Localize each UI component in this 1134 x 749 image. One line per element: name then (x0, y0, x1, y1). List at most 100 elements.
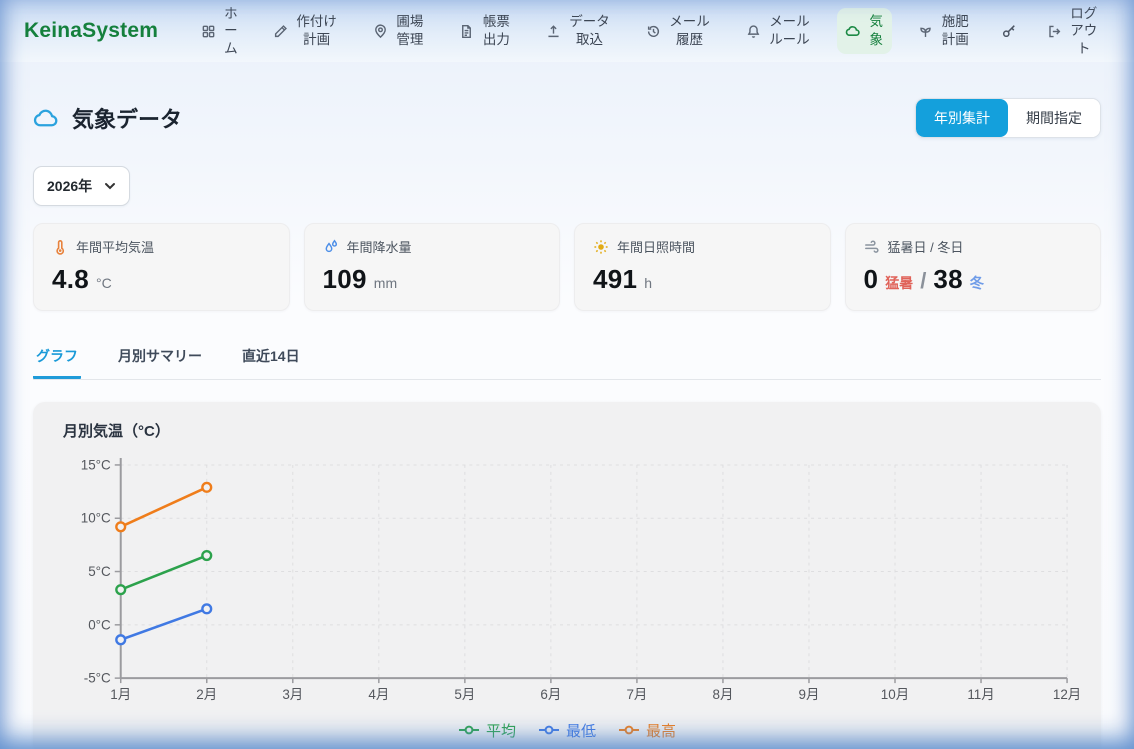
chart-card: 月別気温（°C） -5°C0°C5°C10°C15°C1月2月3月4月5月6月7… (33, 402, 1101, 749)
grid-icon (201, 24, 216, 39)
nav-item-fertilization-plan[interactable]: 施肥計画 (910, 8, 978, 53)
card-extreme-days: 猛暑日 / 冬日 0 猛暑 / 38 冬 (845, 223, 1102, 311)
sun-icon (593, 239, 609, 255)
monthly-temperature-chart: -5°C0°C5°C10°C15°C1月2月3月4月5月6月7月8月9月10月1… (49, 451, 1085, 718)
sprout-icon (918, 24, 933, 39)
legend-item-max[interactable]: 最高 (618, 720, 676, 741)
chart-legend: 平均 最低 最高 (49, 720, 1085, 741)
nav-item-home[interactable]: ホーム (193, 0, 247, 62)
svg-text:10月: 10月 (881, 687, 909, 702)
nav-label: 圃場管理 (395, 13, 425, 48)
tab-monthly-summary[interactable]: 月別サマリー (115, 337, 205, 379)
legend-label: 最低 (566, 720, 596, 741)
period-select-button[interactable]: 期間指定 (1008, 99, 1100, 137)
stat-value: 4.8 (52, 264, 89, 295)
stat-unit: mm (374, 275, 397, 291)
key-icon (1001, 23, 1017, 39)
chart-title: 月別気温（°C） (49, 420, 1085, 441)
svg-text:6月: 6月 (540, 687, 561, 702)
nav-item-data-import[interactable]: データ取込 (538, 8, 620, 53)
nav-label: データ取込 (568, 13, 612, 48)
stat-unit: °C (96, 275, 112, 291)
svg-text:7月: 7月 (626, 687, 647, 702)
chart-area: -5°C0°C5°C10°C15°C1月2月3月4月5月6月7月8月9月10月1… (49, 451, 1085, 718)
map-pin-icon (373, 24, 388, 39)
yearly-summary-button[interactable]: 年別集計 (916, 99, 1008, 137)
nav-label: 気象 (868, 13, 884, 48)
svg-text:0°C: 0°C (88, 617, 111, 632)
top-navbar: KeinaSystem ホーム 作付け計画 圃場管理 帳票出力 (0, 0, 1134, 62)
hot-days-label: 猛暑 (885, 273, 913, 293)
stat-value: 109 (323, 264, 367, 295)
document-icon (459, 24, 474, 39)
nav-label: メールルール (768, 13, 812, 48)
wind-icon (864, 239, 880, 255)
bell-icon (746, 24, 761, 39)
nav-items: ホーム 作付け計画 圃場管理 帳票出力 データ取込 (184, 0, 1116, 62)
stat-unit: h (644, 275, 652, 291)
nav-item-report-output[interactable]: 帳票出力 (451, 8, 519, 53)
svg-text:5月: 5月 (454, 687, 475, 702)
nav-item-mail-history[interactable]: メール履歴 (638, 8, 720, 53)
legend-item-avg[interactable]: 平均 (458, 720, 516, 741)
api-key-button[interactable] (997, 19, 1021, 43)
svg-text:11月: 11月 (967, 687, 994, 702)
chevron-down-icon (104, 180, 116, 192)
stat-value: 491 (593, 264, 637, 295)
droplets-icon (323, 239, 339, 255)
legend-label: 最高 (646, 720, 676, 741)
svg-text:4月: 4月 (368, 687, 389, 702)
svg-text:-5°C: -5°C (84, 671, 111, 686)
nav-item-field-management[interactable]: 圃場管理 (365, 8, 433, 53)
svg-text:2月: 2月 (196, 687, 217, 702)
year-select-value: 2026年 (47, 176, 92, 196)
view-toggle: 年別集計 期間指定 (915, 98, 1101, 138)
nav-label: 帳票出力 (481, 13, 511, 48)
nav-item-logout[interactable]: ログアウト (1039, 0, 1107, 62)
stat-label: 年間降水量 (347, 237, 412, 256)
nav-item-weather[interactable]: 気象 (837, 8, 892, 53)
svg-text:10°C: 10°C (81, 511, 111, 526)
stat-cards: 年間平均気温 4.8 °C 年間降水量 109 mm (33, 223, 1101, 311)
line-marker-icon (458, 724, 480, 736)
line-marker-icon (618, 724, 640, 736)
hot-days-value: 0 (864, 264, 879, 295)
line-marker-icon (538, 724, 560, 736)
nav-item-mail-rules[interactable]: メールルール (738, 8, 820, 53)
svg-text:15°C: 15°C (81, 457, 111, 472)
pencil-icon (273, 24, 288, 39)
separator: / (920, 268, 926, 294)
svg-text:12月: 12月 (1053, 687, 1081, 702)
winter-days-label: 冬 (970, 273, 984, 293)
app-logo[interactable]: KeinaSystem (24, 19, 158, 43)
page-title: 気象データ (72, 102, 182, 134)
stat-label: 年間平均気温 (76, 237, 154, 256)
main-content: 気象データ 年別集計 期間指定 2026年 年間平均気温 4.8 °C (0, 98, 1134, 749)
card-avg-temperature: 年間平均気温 4.8 °C (33, 223, 290, 311)
nav-item-planting-plan[interactable]: 作付け計画 (265, 8, 347, 53)
card-precipitation: 年間降水量 109 mm (304, 223, 561, 311)
tab-graph[interactable]: グラフ (33, 337, 81, 379)
svg-text:5°C: 5°C (88, 564, 111, 579)
stat-label: 猛暑日 / 冬日 (888, 237, 964, 256)
winter-days-value: 38 (933, 264, 963, 295)
cloud-title-icon (33, 105, 60, 132)
svg-text:1月: 1月 (110, 687, 131, 702)
legend-label: 平均 (486, 720, 516, 741)
nav-label: ログアウト (1069, 5, 1099, 58)
cloud-icon (845, 23, 861, 39)
nav-label: ホーム (223, 5, 239, 58)
history-icon (646, 24, 661, 39)
upload-icon (546, 24, 561, 39)
content-tabs: グラフ 月別サマリー 直近14日 (33, 337, 1101, 380)
stat-label: 年間日照時間 (617, 237, 695, 256)
legend-item-min[interactable]: 最低 (538, 720, 596, 741)
svg-text:9月: 9月 (799, 687, 820, 702)
page-header: 気象データ 年別集計 期間指定 (33, 98, 1101, 138)
svg-text:8月: 8月 (712, 687, 733, 702)
logout-icon (1047, 24, 1062, 39)
card-sunshine-hours: 年間日照時間 491 h (574, 223, 831, 311)
year-select[interactable]: 2026年 (33, 166, 130, 206)
tab-last-14-days[interactable]: 直近14日 (239, 337, 303, 379)
thermometer-icon (52, 239, 68, 255)
